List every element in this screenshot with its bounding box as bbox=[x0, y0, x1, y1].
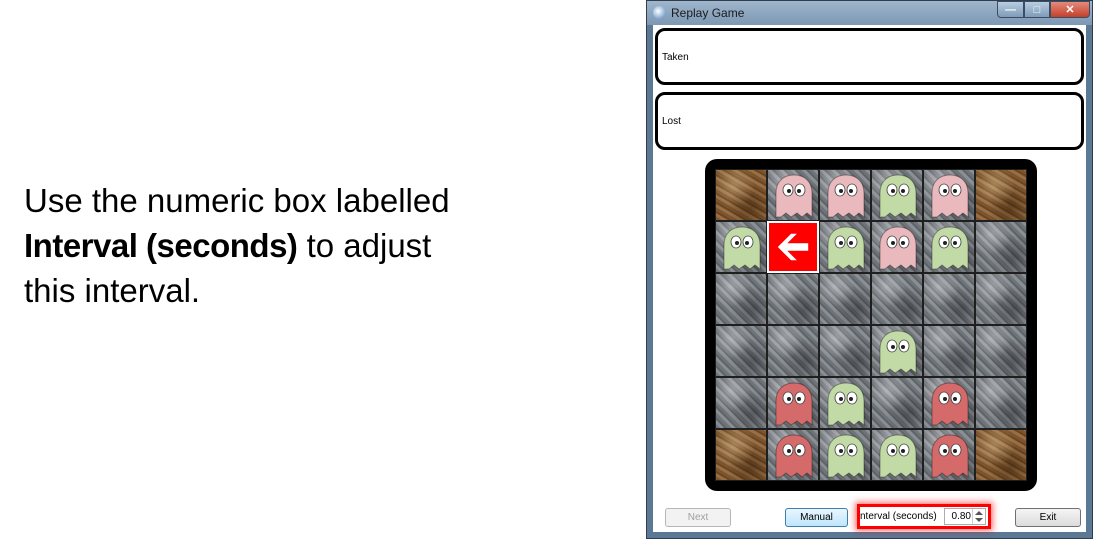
ghost-icon[interactable] bbox=[825, 381, 867, 427]
arrow-left-icon bbox=[777, 233, 809, 261]
ghost-icon[interactable] bbox=[929, 225, 971, 271]
ghost-icon[interactable] bbox=[773, 433, 815, 479]
board-tile[interactable] bbox=[923, 325, 975, 377]
ghost-icon[interactable] bbox=[929, 381, 971, 427]
spin-down-icon[interactable] bbox=[975, 518, 983, 522]
interval-label: nterval (seconds) bbox=[860, 511, 937, 522]
maximize-button[interactable]: □ bbox=[1024, 1, 1050, 18]
ghost-icon[interactable] bbox=[877, 329, 919, 375]
ghost-icon[interactable] bbox=[877, 433, 919, 479]
close-button[interactable]: ✕ bbox=[1050, 1, 1090, 18]
window-client-area: Taken Lost Next Manual nterval (seconds)… bbox=[653, 25, 1086, 532]
board-corner-tile[interactable] bbox=[975, 169, 1027, 221]
board-tile[interactable] bbox=[715, 221, 767, 273]
board-tile[interactable] bbox=[819, 221, 871, 273]
ghost-icon[interactable] bbox=[825, 433, 867, 479]
board-tile[interactable] bbox=[767, 429, 819, 481]
taken-label: Taken bbox=[662, 52, 689, 63]
board-tile[interactable] bbox=[975, 325, 1027, 377]
board-tile[interactable] bbox=[871, 273, 923, 325]
game-board bbox=[705, 159, 1037, 491]
caption-line-3: this interval. bbox=[24, 272, 201, 309]
board-tile[interactable] bbox=[923, 377, 975, 429]
interval-numeric-input[interactable]: 0.80 bbox=[944, 508, 986, 525]
taken-panel: Taken bbox=[655, 28, 1084, 85]
board-tile[interactable] bbox=[871, 377, 923, 429]
board-tile[interactable] bbox=[871, 429, 923, 481]
lost-panel: Lost bbox=[655, 92, 1084, 150]
caption-line-1: Use the numeric box labelled bbox=[24, 182, 450, 219]
manual-button[interactable]: Manual bbox=[785, 508, 848, 527]
interval-spinner[interactable] bbox=[972, 509, 985, 524]
board-tile[interactable] bbox=[871, 325, 923, 377]
lost-label: Lost bbox=[662, 116, 681, 127]
ghost-icon[interactable] bbox=[773, 173, 815, 219]
minimize-icon: — bbox=[1005, 3, 1016, 16]
board-tile[interactable] bbox=[975, 273, 1027, 325]
board-tile[interactable] bbox=[975, 221, 1027, 273]
board-tile[interactable] bbox=[767, 377, 819, 429]
board-tile[interactable] bbox=[819, 377, 871, 429]
spin-up-icon[interactable] bbox=[975, 511, 983, 515]
board-tile[interactable] bbox=[923, 169, 975, 221]
board-tile[interactable] bbox=[975, 377, 1027, 429]
board-tile[interactable] bbox=[923, 221, 975, 273]
board-exit-tile[interactable] bbox=[767, 221, 819, 273]
ghost-icon[interactable] bbox=[929, 173, 971, 219]
maximize-icon: □ bbox=[1033, 3, 1041, 16]
next-button[interactable]: Next bbox=[665, 508, 731, 527]
replay-game-window: Replay Game — □ ✕ Taken Lost Next Manual… bbox=[646, 0, 1093, 539]
board-tile[interactable] bbox=[923, 273, 975, 325]
ghost-icon[interactable] bbox=[721, 225, 763, 271]
caption-line-2: Interval (seconds) to adjust bbox=[24, 223, 584, 268]
instruction-caption: Use the numeric box labelled Interval (s… bbox=[24, 178, 584, 313]
board-tile[interactable] bbox=[871, 169, 923, 221]
board-tile[interactable] bbox=[923, 429, 975, 481]
board-tile[interactable] bbox=[871, 221, 923, 273]
board-tile[interactable] bbox=[819, 169, 871, 221]
caption-line-2-bold: Interval (seconds) bbox=[24, 227, 298, 264]
exit-button[interactable]: Exit bbox=[1015, 508, 1081, 527]
board-tile[interactable] bbox=[819, 429, 871, 481]
minimize-button[interactable]: — bbox=[997, 1, 1024, 18]
board-tile[interactable] bbox=[767, 169, 819, 221]
ghost-icon[interactable] bbox=[825, 225, 867, 271]
ghost-icon[interactable] bbox=[877, 225, 919, 271]
ghost-icon[interactable] bbox=[773, 381, 815, 427]
board-tile[interactable] bbox=[715, 377, 767, 429]
title-bar[interactable]: Replay Game — □ ✕ bbox=[647, 1, 1092, 25]
ghost-icon[interactable] bbox=[929, 433, 971, 479]
interval-highlight-box: nterval (seconds) 0.80 bbox=[857, 504, 991, 529]
window-title: Replay Game bbox=[671, 6, 745, 20]
ghost-icon[interactable] bbox=[825, 173, 867, 219]
board-tile[interactable] bbox=[819, 273, 871, 325]
board-tile[interactable] bbox=[767, 273, 819, 325]
caption-line-2-rest: to adjust bbox=[297, 227, 432, 264]
close-icon: ✕ bbox=[1065, 4, 1075, 16]
app-icon bbox=[653, 6, 666, 19]
board-corner-tile[interactable] bbox=[715, 429, 767, 481]
ghost-icon[interactable] bbox=[877, 173, 919, 219]
interval-value[interactable]: 0.80 bbox=[952, 511, 971, 522]
board-tile[interactable] bbox=[819, 325, 871, 377]
board-tile[interactable] bbox=[715, 325, 767, 377]
board-tile[interactable] bbox=[715, 273, 767, 325]
board-corner-tile[interactable] bbox=[715, 169, 767, 221]
board-tile[interactable] bbox=[767, 325, 819, 377]
board-corner-tile[interactable] bbox=[975, 429, 1027, 481]
